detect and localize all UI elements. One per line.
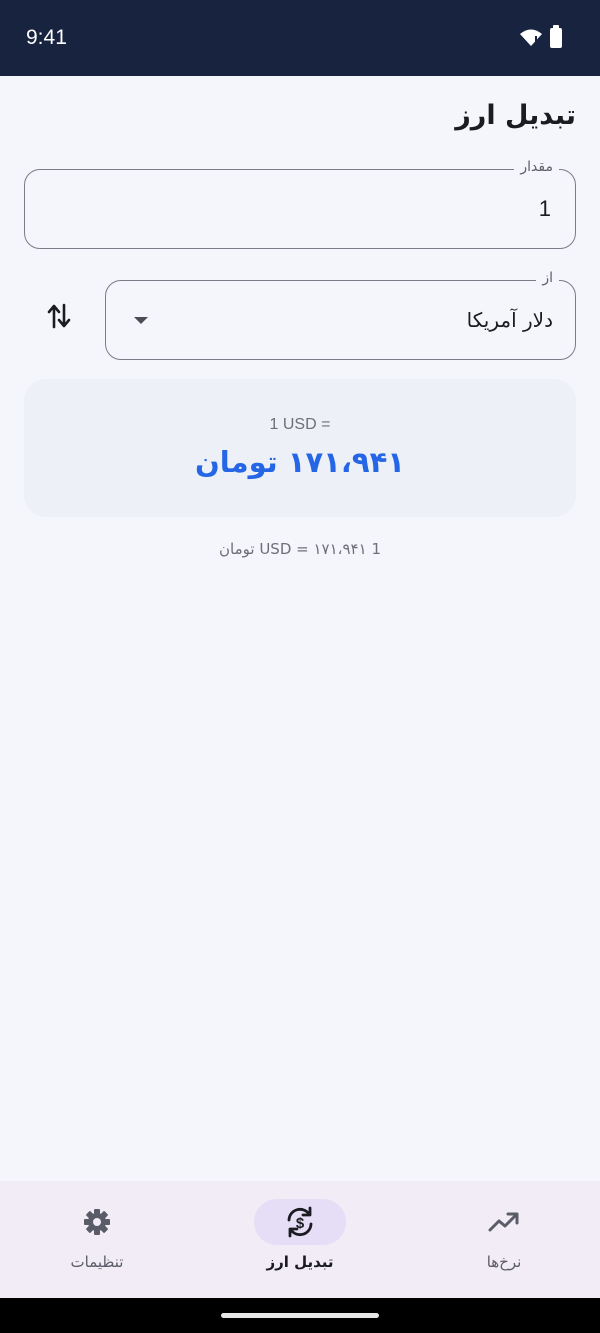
gesture-bar [0, 1298, 600, 1333]
nav-item-settings[interactable]: تنظیمات [0, 1181, 197, 1298]
svg-text:$: $ [296, 1215, 305, 1232]
nav-pill [51, 1199, 143, 1245]
amount-input[interactable]: 1 [539, 196, 551, 222]
nav-pill-active: $ [254, 1199, 346, 1245]
wifi-icon [520, 29, 542, 46]
swap-vertical-icon [47, 303, 71, 329]
trending-up-icon [488, 1212, 519, 1232]
from-field-label: از [536, 270, 559, 286]
currency-exchange-icon: $ [287, 1206, 313, 1238]
page-title: تبدیل ارز [455, 100, 576, 131]
status-time: 9:41 [26, 26, 67, 49]
nav-label-convert: تبدیل ارز [266, 1253, 334, 1271]
rate-note: 1 USD = ۱۷۱،۹۴۱ تومان [219, 540, 381, 558]
nav-item-convert[interactable]: $ تبدیل ارز [200, 1181, 400, 1298]
swap-button[interactable] [40, 297, 78, 335]
nav-label-settings: تنظیمات [70, 1253, 124, 1271]
amount-field-label: مقدار [514, 159, 559, 175]
nav-pill [458, 1199, 550, 1245]
home-indicator[interactable] [221, 1313, 379, 1318]
nav-item-rates[interactable]: نرخ‌ها [404, 1181, 600, 1298]
chevron-down-icon[interactable] [134, 317, 148, 324]
battery-icon [550, 25, 562, 48]
gear-icon [84, 1209, 110, 1235]
status-icons [520, 25, 562, 48]
result-card: 1 USD = ۱۷۱،۹۴۱ تومان [24, 379, 576, 517]
nav-label-rates: نرخ‌ها [486, 1253, 522, 1271]
status-bar: 9:41 [0, 0, 600, 76]
from-currency-select[interactable]: از دلار آمریکا [105, 270, 576, 360]
result-equation: 1 USD = [269, 416, 331, 433]
amount-field[interactable]: مقدار 1 [24, 159, 576, 249]
bottom-navigation: تنظیمات $ تبدیل ارز نرخ‌ها [0, 1181, 600, 1298]
from-currency-value: دلار آمریکا [466, 308, 553, 332]
result-value: ۱۷۱،۹۴۱ تومان [195, 445, 405, 479]
